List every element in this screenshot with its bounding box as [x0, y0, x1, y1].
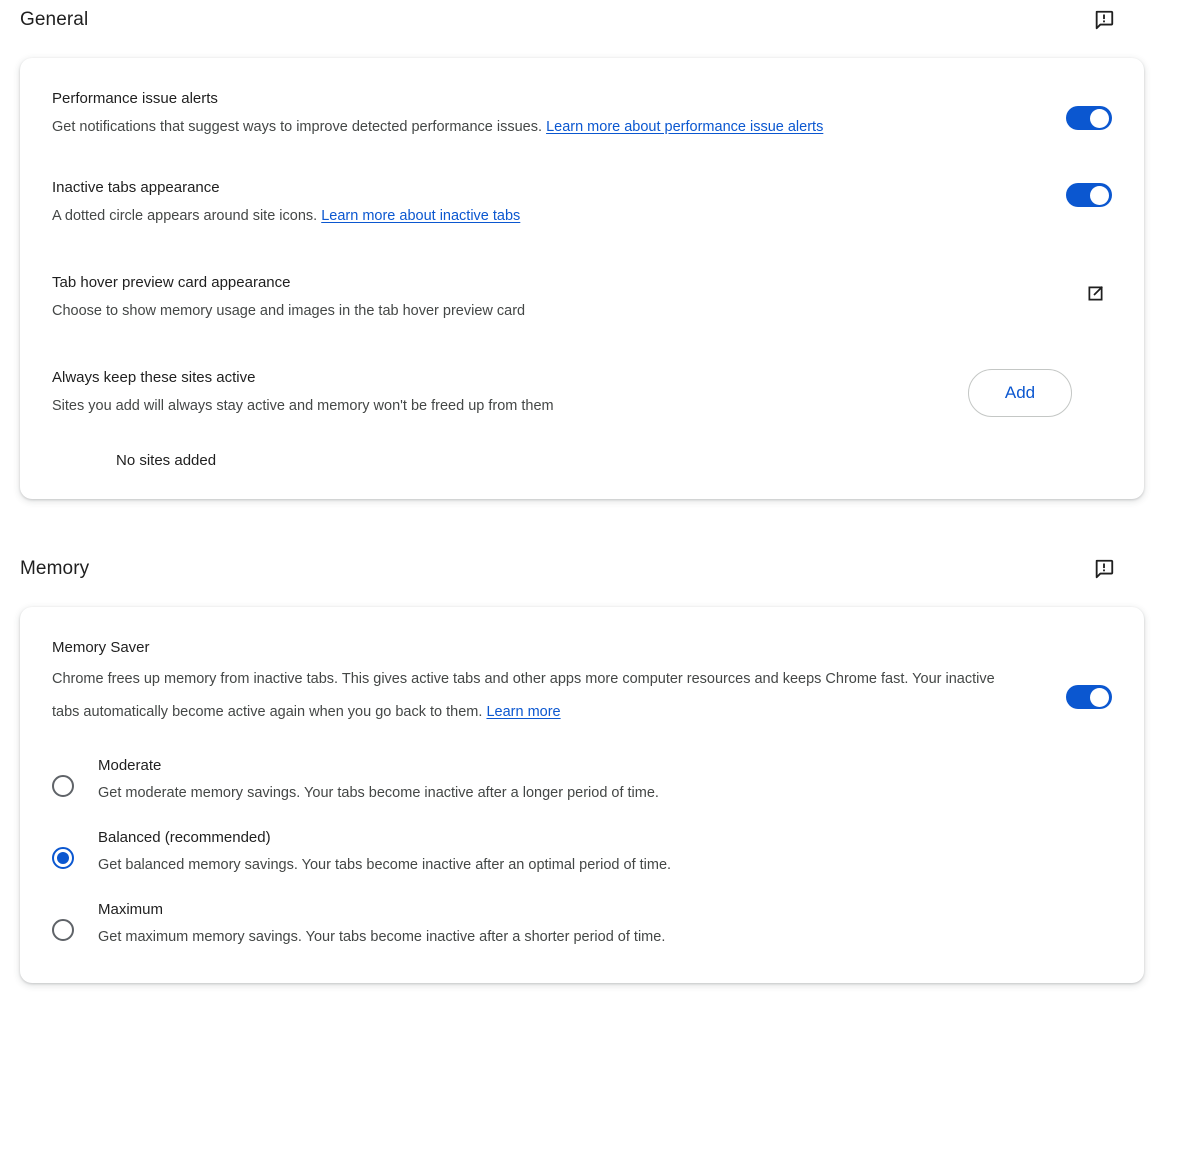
toggle-memory-saver[interactable]	[1066, 685, 1112, 709]
row-description: Sites you add will always stay active an…	[52, 398, 554, 414]
page-title-memory: Memory	[20, 557, 90, 579]
row-memory-saver: Memory Saver Chrome frees up memory from…	[20, 629, 1144, 739]
radio-description: Get balanced memory savings. Your tabs b…	[98, 857, 672, 873]
row-description: A dotted circle appears around site icon…	[52, 203, 1002, 230]
row-always-keep-sites-active: Always keep these sites active Sites you…	[20, 343, 1144, 426]
learn-more-link-performance-alerts[interactable]: Learn more about performance issue alert…	[546, 119, 823, 135]
row-performance-issue-alerts: Performance issue alerts Get notificatio…	[20, 80, 1144, 159]
feedback-icon	[1095, 559, 1114, 579]
external-link-icon	[1088, 285, 1103, 300]
add-site-button[interactable]: Add	[968, 369, 1072, 417]
radio-label: Maximum	[98, 901, 164, 918]
radio-text: Moderate Get moderate memory savings. Yo…	[98, 755, 1112, 805]
row-title: Always keep these sites active	[52, 369, 256, 386]
row-text: Performance issue alerts Get notificatio…	[52, 88, 1002, 141]
feedback-icon	[1095, 10, 1114, 30]
row-title: Memory Saver	[52, 639, 150, 656]
memory-saver-mode-radio-group: Moderate Get moderate memory savings. Yo…	[20, 739, 1144, 957]
row-description-text: Get notifications that suggest ways to i…	[52, 119, 547, 135]
radio-option-maximum[interactable]: Maximum Get maximum memory savings. Your…	[20, 899, 1144, 957]
radio-description: Get maximum memory savings. Your tabs be…	[98, 929, 666, 945]
radio-label: Moderate	[98, 757, 162, 774]
radio-button-moderate[interactable]	[52, 775, 74, 797]
row-control	[1002, 88, 1112, 130]
radio-option-moderate[interactable]: Moderate Get moderate memory savings. Yo…	[20, 755, 1144, 827]
row-title: Performance issue alerts	[52, 90, 218, 107]
row-description: Get notifications that suggest ways to i…	[52, 114, 1002, 141]
row-title: Tab hover preview card appearance	[52, 274, 291, 291]
learn-more-link-inactive-tabs[interactable]: Learn more about inactive tabs	[321, 208, 520, 224]
radio-label: Balanced (recommended)	[98, 829, 271, 846]
row-control	[1002, 272, 1112, 310]
empty-state-label: No sites added	[116, 452, 217, 469]
toggle-knob	[1090, 108, 1109, 128]
section-header-general: General	[20, 0, 1144, 40]
external-link-icon-tab-hover-preview[interactable]	[1078, 276, 1112, 310]
row-text: Always keep these sites active Sites you…	[52, 367, 952, 420]
memory-settings-card: Memory Saver Chrome frees up memory from…	[20, 607, 1144, 983]
toggle-knob	[1090, 185, 1109, 205]
row-control: Add	[952, 367, 1072, 417]
radio-button-balanced[interactable]	[52, 847, 74, 869]
row-text: Memory Saver Chrome frees up memory from…	[52, 637, 1002, 729]
radio-button-maximum[interactable]	[52, 919, 74, 941]
learn-more-link-memory-saver[interactable]: Learn more	[486, 704, 560, 720]
row-tab-hover-preview-card[interactable]: Tab hover preview card appearance Choose…	[20, 248, 1144, 343]
radio-text: Maximum Get maximum memory savings. Your…	[98, 899, 1112, 949]
section-header-memory: Memory	[20, 549, 1144, 589]
row-description: Chrome frees up memory from inactive tab…	[52, 663, 1002, 729]
row-control	[1002, 637, 1112, 709]
page-title-general: General	[20, 8, 89, 30]
toggle-inactive-tabs-appearance[interactable]	[1066, 183, 1112, 207]
row-no-sites-added: No sites added	[20, 426, 1144, 473]
row-control	[1002, 177, 1112, 207]
general-settings-card: Performance issue alerts Get notificatio…	[20, 58, 1144, 499]
feedback-icon-memory[interactable]	[1086, 551, 1122, 587]
toggle-knob	[1090, 687, 1109, 707]
feedback-icon-general[interactable]	[1086, 2, 1122, 38]
toggle-performance-issue-alerts[interactable]	[1066, 106, 1112, 130]
radio-description: Get moderate memory savings. Your tabs b…	[98, 785, 659, 801]
row-description-text: A dotted circle appears around site icon…	[52, 208, 322, 224]
row-text: Tab hover preview card appearance Choose…	[52, 272, 1002, 325]
row-description: Choose to show memory usage and images i…	[52, 303, 526, 319]
row-inactive-tabs-appearance: Inactive tabs appearance A dotted circle…	[20, 159, 1144, 248]
row-title: Inactive tabs appearance	[52, 179, 220, 196]
settings-performance-page: General Performance issue alerts Get not…	[0, 0, 1200, 1151]
row-text: Inactive tabs appearance A dotted circle…	[52, 177, 1002, 230]
radio-option-balanced[interactable]: Balanced (recommended) Get balanced memo…	[20, 827, 1144, 899]
radio-text: Balanced (recommended) Get balanced memo…	[98, 827, 1112, 877]
